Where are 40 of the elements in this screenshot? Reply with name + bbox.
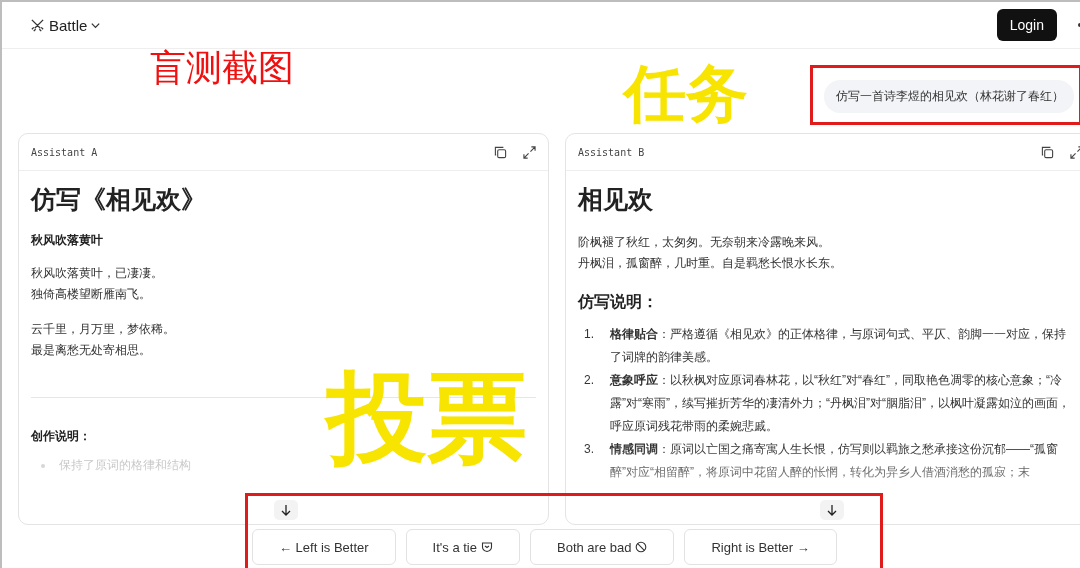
chevron-down-icon bbox=[91, 22, 101, 28]
arrow-down-icon bbox=[280, 504, 292, 516]
item-number: 2. bbox=[584, 372, 595, 389]
vote-button[interactable]: It's a tie bbox=[405, 529, 520, 565]
app-menu-button[interactable]: Battle bbox=[49, 16, 102, 34]
list-item: 情感同调：原词以亡国之痛寄寓人生长恨，仿写则以羁旅之愁承接这份沉郁——“孤窗醉”对应“相留醉”，将原词中花留人醉的怅惘，转化为异乡人借酒消愁的孤寂；末 bbox=[610, 441, 1059, 481]
poem-line: 云千里，月万里，梦依稀。 bbox=[31, 321, 176, 338]
scroll-down-button[interactable] bbox=[274, 500, 298, 520]
swords-icon bbox=[30, 17, 45, 33]
item-number: 1. bbox=[584, 326, 595, 343]
poem-line: 最是离愁无处寄相思。 bbox=[31, 342, 152, 359]
login-button[interactable]: Login bbox=[996, 9, 1057, 41]
poem-line: 阶枫褪了秋红，太匆匆。无奈朝来冷露晚来风。 bbox=[578, 234, 831, 251]
poem-line: 丹枫泪，孤窗醉，几时重。自是羁愁长恨水长东。 bbox=[578, 255, 843, 272]
poem-line: 秋风吹落黄叶，已凄凄。 bbox=[31, 265, 164, 282]
annotation-caption: 盲测截图 bbox=[150, 46, 294, 90]
response-title: 仿写《相见欢》 bbox=[31, 184, 207, 215]
list-item: 意象呼应：以秋枫对应原词春林花，以“秋红”对“春红”，同取艳色凋零的核心意象；“冷露”对“寒雨”，续写摧折芳华的凄清外力；“丹枫泪”对“胭脂泪”，以枫叶凝露如泣的画面，呼应原词残花带雨的柔婉悲戚。 bbox=[610, 372, 1071, 435]
section-heading: 仿写说明： bbox=[578, 292, 659, 312]
ban-icon bbox=[635, 541, 648, 553]
arrow-down-icon bbox=[826, 504, 838, 516]
panel-label: Assistant B bbox=[578, 146, 645, 158]
vote-button[interactable]: Right is Better → bbox=[684, 529, 837, 565]
expand-icon[interactable] bbox=[1070, 145, 1080, 159]
response-title: 相见欢 bbox=[578, 184, 654, 215]
copy-icon[interactable] bbox=[1041, 145, 1054, 159]
list-item: 格律贴合：严格遵循《相见欢》的正体格律，与原词句式、平仄、韵脚一一对应，保持了词牌的韵律美感。 bbox=[610, 326, 1067, 366]
item-number: 3. bbox=[584, 441, 595, 458]
vote-button[interactable]: ← Left is Better bbox=[252, 529, 396, 565]
section-heading: 创作说明： bbox=[31, 428, 92, 445]
poem-title: 秋风吹落黄叶 bbox=[31, 232, 104, 249]
annotation-label: 任务 bbox=[624, 56, 748, 132]
poem-line: 独倚高楼望断雁南飞。 bbox=[31, 286, 152, 303]
prompt-bubble: 仿写一首诗李煜的相见欢（林花谢了春红） bbox=[824, 79, 1074, 113]
expand-icon[interactable] bbox=[523, 145, 536, 159]
scroll-down-button[interactable] bbox=[820, 500, 844, 520]
shield-icon bbox=[481, 541, 493, 553]
panel-label: Assistant A bbox=[31, 146, 98, 158]
copy-icon[interactable] bbox=[494, 145, 507, 159]
vote-button[interactable]: Both are bad bbox=[530, 529, 675, 565]
